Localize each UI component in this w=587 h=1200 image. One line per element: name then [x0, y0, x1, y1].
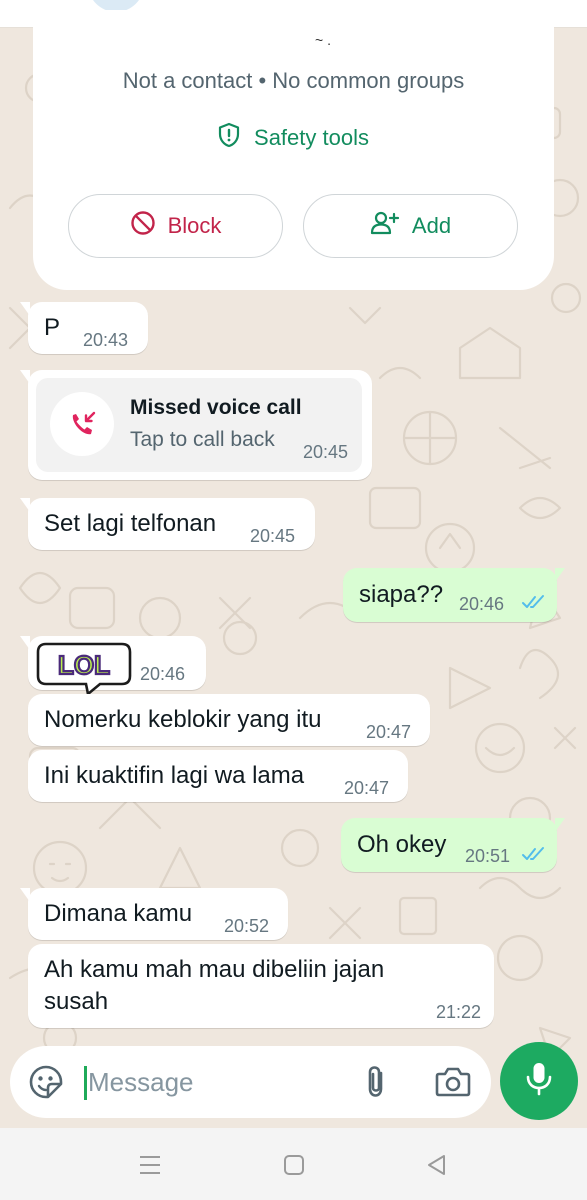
back-icon[interactable]: [424, 1152, 450, 1178]
message-incoming[interactable]: Set lagi telfonan 20:45: [20, 498, 315, 550]
block-icon: [130, 210, 156, 242]
message-time: 20:43: [83, 330, 129, 350]
mic-icon: [525, 1061, 553, 1102]
safety-tools-label: Safety tools: [254, 125, 369, 150]
home-icon[interactable]: [281, 1152, 307, 1178]
message-composer: [10, 1046, 491, 1118]
paperclip-icon[interactable]: [362, 1064, 392, 1100]
sticker-text: LOL: [58, 650, 110, 680]
double-check-icon: [521, 846, 547, 867]
missed-call-message[interactable]: Missed voice call Tap to call back 20:45: [20, 370, 372, 480]
message-incoming[interactable]: Ini kuaktifin lagi wa lama 20:47: [28, 750, 408, 802]
message-text-line-1: Ah kamu mah mau dibeliin jajan: [44, 956, 385, 983]
message-time: 21:22: [436, 1002, 482, 1022]
message-outgoing[interactable]: Oh okey 20:51: [341, 818, 565, 872]
message-text: siapa??: [359, 581, 444, 608]
mic-button[interactable]: [500, 1042, 578, 1120]
missed-call-subtitle: Tap to call back: [130, 428, 275, 451]
message-text: Dimana kamu: [44, 900, 193, 927]
contact-status-text: Not a contact • No common groups: [122, 68, 465, 93]
message-time: 20:47: [344, 778, 390, 798]
message-text: P: [44, 314, 61, 341]
lol-sticker: LOL: [36, 638, 132, 701]
safety-tools-link[interactable]: Safety tools: [33, 122, 554, 154]
text-cursor: [84, 1066, 87, 1100]
block-button[interactable]: Block: [68, 194, 283, 258]
message-time: 20:46: [459, 594, 505, 614]
message-input[interactable]: [88, 1062, 338, 1102]
message-text: Oh okey: [357, 831, 447, 858]
message-outgoing[interactable]: siapa?? 20:46: [343, 568, 565, 622]
add-contact-icon: [370, 210, 400, 242]
message-time: 20:45: [303, 442, 349, 462]
message-incoming[interactable]: Dimana kamu 20:52: [20, 888, 288, 940]
block-label: Block: [167, 213, 222, 238]
camera-icon[interactable]: [434, 1064, 472, 1100]
system-navigation-bar: [0, 1128, 587, 1200]
message-time: 20:52: [224, 916, 270, 936]
message-time: 20:47: [366, 722, 412, 742]
shield-icon: [218, 122, 240, 154]
message-incoming[interactable]: Ah kamu mah mau dibeliin jajan susah 21:…: [28, 944, 494, 1028]
message-incoming[interactable]: P 20:43: [20, 302, 148, 354]
missed-call-icon: [50, 392, 114, 456]
message-text: Ini kuaktifin lagi wa lama: [44, 762, 305, 789]
message-text: Set lagi telfonan: [44, 510, 217, 537]
double-check-icon: [521, 594, 547, 615]
sticker-icon[interactable]: [28, 1064, 64, 1100]
menu-icon[interactable]: [137, 1152, 163, 1178]
add-label: Add: [411, 213, 452, 238]
contact-info-card: ~ . Not a contact • No common groups Saf…: [33, 10, 554, 290]
add-contact-button[interactable]: Add: [303, 194, 518, 258]
message-text-line-2: susah: [44, 988, 109, 1015]
missed-call-title: Missed voice call: [130, 396, 302, 419]
message-time: 20:45: [250, 526, 296, 546]
message-time: 20:46: [140, 664, 186, 684]
message-incoming[interactable]: Nomerku keblokir yang itu 20:47: [28, 694, 430, 746]
sticker-message[interactable]: LOL 20:46: [20, 636, 206, 697]
message-text: Nomerku keblokir yang itu: [44, 706, 322, 733]
contact-name-mark: ~ .: [315, 32, 331, 48]
message-time: 20:51: [465, 846, 511, 866]
